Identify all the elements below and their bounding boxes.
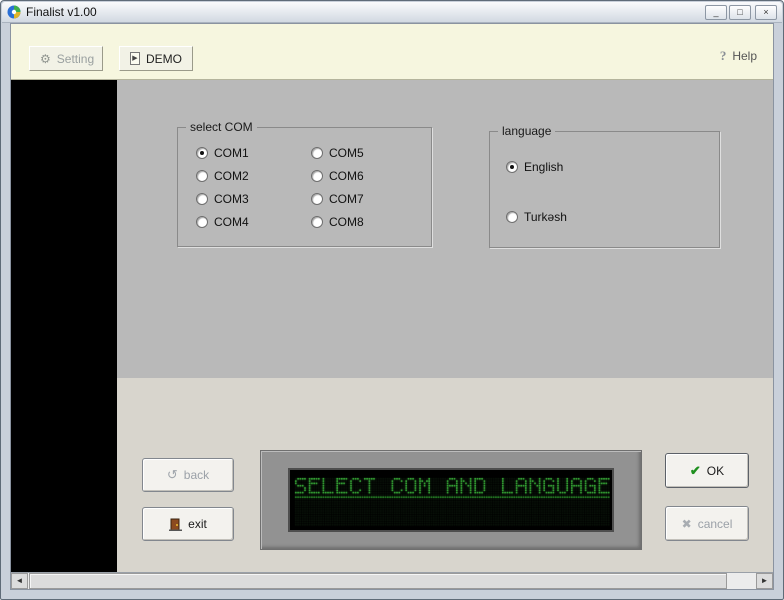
radio-button[interactable] xyxy=(311,193,323,205)
maximize-button[interactable]: □ xyxy=(729,5,751,20)
client-area: ⚙ Setting ▶ DEMO ? Help select COM xyxy=(10,23,774,590)
radio-label: English xyxy=(524,160,563,174)
play-icon: ▶ xyxy=(130,52,140,65)
radio-label: COM1 xyxy=(214,146,249,160)
help-button-label: Help xyxy=(732,49,757,63)
language-options: English Turkəsh xyxy=(490,132,719,224)
cancel-button-label: cancel xyxy=(698,517,733,531)
window-title: Finalist v1.00 xyxy=(26,5,703,19)
radio-label: COM5 xyxy=(329,146,364,160)
language-groupbox: language English Turkəsh xyxy=(489,131,720,248)
help-icon: ? xyxy=(720,48,727,64)
back-arrow-icon: ↺ xyxy=(167,467,178,483)
radio-label: COM8 xyxy=(329,215,364,229)
radio-turkish[interactable]: Turkəsh xyxy=(506,210,719,224)
ok-button-label: OK xyxy=(707,464,724,478)
radio-label: COM3 xyxy=(214,192,249,206)
main-content: select COM COM1 COM2 COM3 xyxy=(11,80,773,572)
radio-button[interactable] xyxy=(196,193,208,205)
close-button[interactable]: × xyxy=(755,5,777,20)
ok-button[interactable]: ✔ OK xyxy=(665,453,749,488)
radio-com5[interactable]: COM5 xyxy=(311,141,431,164)
radio-label: Turkəsh xyxy=(524,210,567,224)
cancel-button[interactable]: ✖ cancel xyxy=(665,506,749,541)
back-button[interactable]: ↺ back xyxy=(142,458,234,492)
select-com-groupbox: select COM COM1 COM2 COM3 xyxy=(177,127,432,247)
app-window: Finalist v1.00 _ □ × ⚙ Setting ▶ DEMO ? … xyxy=(0,0,784,600)
radio-com7[interactable]: COM7 xyxy=(311,187,431,210)
radio-com8[interactable]: COM8 xyxy=(311,210,431,233)
help-button[interactable]: ? Help xyxy=(720,48,757,64)
gear-icon: ⚙ xyxy=(40,52,51,66)
radio-com6[interactable]: COM6 xyxy=(311,164,431,187)
radio-label: COM6 xyxy=(329,169,364,183)
left-black-panel xyxy=(11,80,117,572)
radio-button[interactable] xyxy=(196,170,208,182)
radio-button[interactable] xyxy=(311,170,323,182)
led-display-frame xyxy=(260,450,642,550)
scroll-right-arrow-icon[interactable]: ► xyxy=(756,573,773,589)
language-label: language xyxy=(498,124,555,138)
demo-button-label: DEMO xyxy=(146,52,182,66)
minimize-button[interactable]: _ xyxy=(705,5,727,20)
exit-button[interactable]: exit xyxy=(142,507,234,541)
radio-button[interactable] xyxy=(506,161,518,173)
scrollbar-thumb[interactable] xyxy=(29,573,727,589)
radio-english[interactable]: English xyxy=(506,160,719,174)
select-com-label: select COM xyxy=(186,120,257,134)
exit-door-icon xyxy=(169,518,182,531)
back-button-label: back xyxy=(184,468,209,482)
radio-com4[interactable]: COM4 xyxy=(196,210,311,233)
demo-button[interactable]: ▶ DEMO xyxy=(119,46,193,71)
radio-com3[interactable]: COM3 xyxy=(196,187,311,210)
radio-com2[interactable]: COM2 xyxy=(196,164,311,187)
led-canvas xyxy=(292,472,610,528)
radio-button[interactable] xyxy=(196,147,208,159)
radio-button[interactable] xyxy=(196,216,208,228)
com-options: COM1 COM2 COM3 COM4 xyxy=(178,128,431,233)
radio-label: COM4 xyxy=(214,215,249,229)
scroll-left-arrow-icon[interactable]: ◄ xyxy=(11,573,28,589)
x-icon: ✖ xyxy=(682,517,692,531)
setting-button-label: Setting xyxy=(57,52,94,66)
app-icon xyxy=(7,5,21,19)
horizontal-scrollbar[interactable]: ◄ ► xyxy=(11,572,773,589)
check-icon: ✔ xyxy=(690,463,701,479)
radio-button[interactable] xyxy=(506,211,518,223)
toolbar: ⚙ Setting ▶ DEMO ? Help xyxy=(11,24,773,80)
setting-button[interactable]: ⚙ Setting xyxy=(29,46,103,71)
radio-com1[interactable]: COM1 xyxy=(196,141,311,164)
radio-label: COM2 xyxy=(214,169,249,183)
exit-button-label: exit xyxy=(188,517,207,531)
radio-button[interactable] xyxy=(311,147,323,159)
led-display xyxy=(288,468,614,532)
titlebar[interactable]: Finalist v1.00 _ □ × xyxy=(2,2,782,23)
radio-button[interactable] xyxy=(311,216,323,228)
radio-label: COM7 xyxy=(329,192,364,206)
